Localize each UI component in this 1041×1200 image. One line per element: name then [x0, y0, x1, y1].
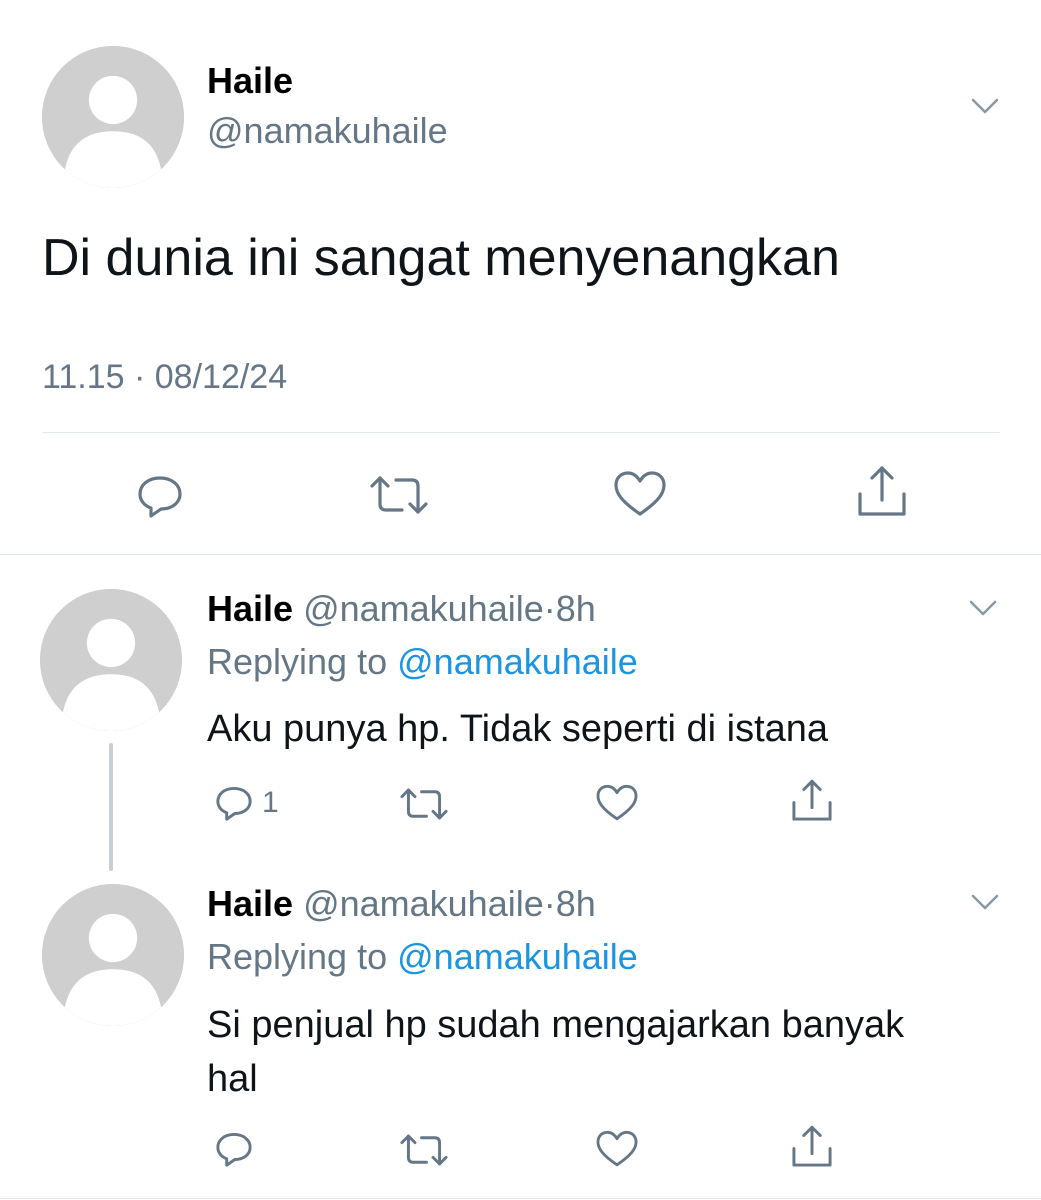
retweet-button[interactable] [397, 785, 451, 823]
thread-connector [109, 743, 113, 871]
chevron-down-icon[interactable] [970, 892, 1000, 912]
separator-dot: · [543, 883, 556, 924]
avatar[interactable] [42, 884, 184, 1026]
reply-icon [138, 476, 182, 518]
retweet-button[interactable] [397, 1131, 451, 1169]
reply-header: Haile @namakuhaile·8h [207, 588, 596, 630]
retweet-icon [400, 1134, 448, 1166]
reply-count: 1 [262, 786, 279, 819]
retweet-icon [400, 788, 448, 820]
share-button[interactable] [789, 778, 835, 824]
handle[interactable]: @namakuhaile [207, 110, 448, 152]
replying-to: Replying to @namakuhaile [207, 936, 638, 978]
chevron-down-icon[interactable] [968, 598, 998, 618]
like-button[interactable] [611, 468, 669, 520]
reply-button[interactable] [213, 1128, 255, 1170]
reply-header: Haile @namakuhaile·8h [207, 883, 596, 925]
reply-time[interactable]: 8h [556, 883, 596, 924]
reply-icon [216, 1133, 252, 1167]
like-icon [596, 1130, 638, 1167]
reply-icon [216, 787, 252, 821]
bottom-divider [0, 1198, 1041, 1199]
separator-dot: · [543, 588, 556, 629]
tweet-text: Di dunia ini sangat menyenangkan [42, 229, 840, 287]
default-avatar-icon [42, 46, 184, 188]
divider [42, 432, 1000, 433]
reply-text-line-1: Si penjual hp sudah mengajarkan banyak [207, 1004, 905, 1046]
like-button[interactable] [594, 1128, 640, 1170]
like-icon [614, 471, 666, 516]
replying-handle-link[interactable]: @namakuhaile [397, 936, 638, 977]
reply-text: Aku punya hp. Tidak seperti di istana [207, 708, 829, 750]
replying-handle-link[interactable]: @namakuhaile [397, 641, 638, 682]
default-avatar-icon [40, 589, 182, 731]
share-button[interactable] [854, 464, 910, 520]
share-icon [792, 1125, 832, 1167]
reply-button[interactable] [213, 782, 255, 824]
section-divider [0, 554, 1041, 555]
replying-label: Replying to [207, 641, 388, 682]
retweet-button[interactable] [366, 472, 432, 518]
display-name[interactable]: Haile [207, 60, 293, 102]
display-name[interactable]: Haile [207, 588, 293, 629]
avatar[interactable] [40, 589, 182, 731]
handle[interactable]: @namakuhaile [303, 588, 544, 629]
reply-text-line-2: hal [207, 1058, 258, 1100]
replying-label: Replying to [207, 936, 388, 977]
retweet-icon [370, 476, 428, 514]
display-name[interactable]: Haile [207, 883, 293, 924]
like-button[interactable] [594, 782, 640, 824]
chevron-down-icon[interactable] [970, 96, 1000, 116]
default-avatar-icon [42, 884, 184, 1026]
like-icon [596, 784, 638, 821]
avatar[interactable] [42, 46, 184, 188]
share-icon [858, 466, 906, 516]
share-button[interactable] [789, 1124, 835, 1170]
share-icon [792, 779, 832, 821]
reply-button[interactable] [134, 470, 186, 522]
handle[interactable]: @namakuhaile [303, 883, 544, 924]
reply-time[interactable]: 8h [556, 588, 596, 629]
tweet-timestamp: 11.15 · 08/12/24 [42, 358, 288, 396]
replying-to: Replying to @namakuhaile [207, 641, 638, 683]
